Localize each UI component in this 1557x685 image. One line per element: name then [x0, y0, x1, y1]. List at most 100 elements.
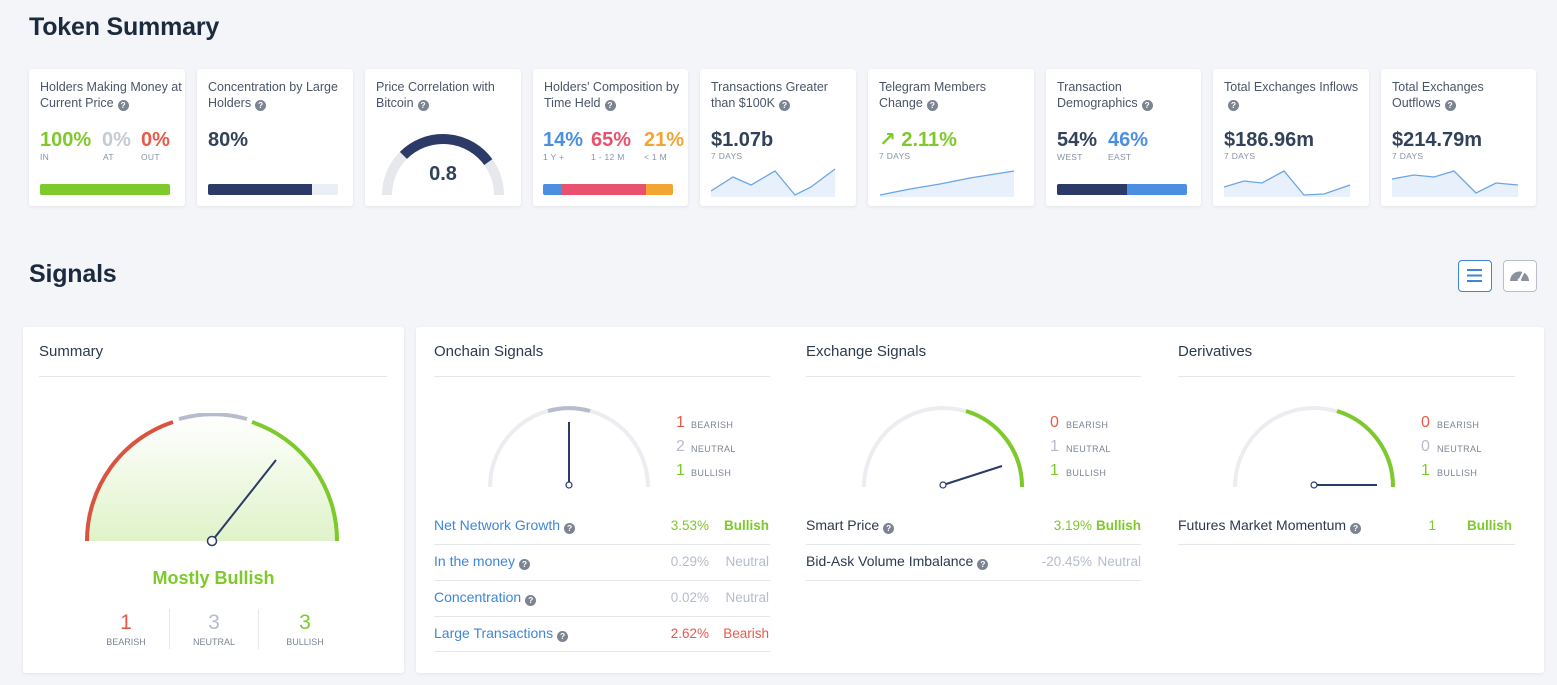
outflows-sparkline [1392, 170, 1519, 197]
card-holders-composition[interactable]: Holders' Composition by Time Held? 14% 6… [533, 69, 688, 206]
divider [434, 580, 770, 581]
divider [806, 544, 1141, 545]
east-value: 46% [1108, 129, 1149, 151]
onchain-neutral-label: NEUTRAL [691, 444, 736, 454]
gauge-bullish-arc [1336, 409, 1396, 488]
row-value: 2.62% [670, 626, 709, 641]
summary-bearish-label: BEARISH [106, 637, 146, 647]
help-icon[interactable]: ? [1444, 99, 1456, 111]
help-icon[interactable]: ? [564, 523, 576, 534]
west-bar-fill [1057, 184, 1128, 195]
derivatives-neutral-label: NEUTRAL [1437, 444, 1482, 454]
card-title: Holders Making Money at Current Price [40, 80, 182, 110]
help-icon[interactable]: ? [1141, 99, 1153, 111]
token-summary-title: Token Summary [29, 13, 220, 41]
exchange-bearish-count: 0 [1050, 414, 1059, 431]
composition-bar [543, 184, 673, 195]
derivatives-bearish-label: BEARISH [1437, 420, 1480, 430]
gauge-needle [942, 465, 1003, 486]
divider [806, 580, 1141, 581]
help-icon[interactable]: ? [883, 523, 895, 534]
at-value: 0% [102, 129, 131, 151]
onchain-neutral-count: 2 [676, 438, 685, 455]
help-icon[interactable]: ? [255, 99, 267, 111]
help-icon[interactable]: ? [1228, 99, 1239, 111]
divider [1178, 544, 1515, 545]
help-icon[interactable]: ? [1350, 523, 1362, 534]
row-signal: Neutral [725, 590, 769, 605]
row-value: 3.19% [1053, 518, 1092, 533]
gauge-fill [399, 134, 493, 166]
gauge-pivot [565, 481, 573, 489]
gauge-neutral-arc [547, 406, 591, 413]
composition-1m-value: 21% [644, 129, 685, 151]
row-signal: Bullish [1095, 518, 1141, 533]
card-exchange-inflows[interactable]: Total Exchanges Inflows? $186.96m 7 DAYS [1213, 69, 1369, 206]
gauge-track [862, 406, 1024, 488]
row-name: Large Transactions [434, 625, 554, 641]
in-value: 100% [40, 129, 92, 151]
card-title: Transaction Demographics [1057, 80, 1138, 110]
row-name: Futures Market Momentum [1178, 517, 1347, 533]
composition-1y-label: 1 Y + [543, 152, 565, 162]
card-transaction-demographics[interactable]: Transaction Demographics? 54% 46% WEST E… [1046, 69, 1201, 206]
row-value: 3.53% [670, 518, 709, 533]
out-value: 0% [141, 129, 170, 151]
demographics-bar [1057, 184, 1187, 195]
concentration-bar-fill [208, 184, 312, 195]
row-name: Smart Price [806, 517, 880, 533]
help-icon[interactable]: ? [604, 99, 616, 111]
divider [434, 376, 770, 377]
card-exchange-outflows[interactable]: Total Exchanges Outflows? $214.79m 7 DAY… [1381, 69, 1536, 206]
help-icon[interactable]: ? [117, 99, 129, 111]
row-signal: Bullish [1466, 518, 1512, 533]
card-price-correlation[interactable]: Price Correlation with Bitcoin? 0.8 [365, 69, 521, 206]
summary-gauge [84, 413, 340, 547]
help-icon[interactable]: ? [525, 595, 537, 606]
summary-neutral-count: 3 [208, 611, 220, 634]
derivatives-gauge [1233, 406, 1396, 489]
help-icon[interactable]: ? [926, 99, 938, 111]
onchain-gauge [488, 406, 650, 489]
help-icon[interactable]: ? [417, 99, 429, 111]
divider [806, 376, 1141, 377]
row-name: Concentration [434, 589, 522, 605]
outflows-period: 7 DAYS [1392, 151, 1424, 161]
help-icon[interactable]: ? [518, 559, 530, 570]
help-icon[interactable]: ? [977, 559, 989, 570]
summary-panel: Summary Mostly Bullish 1 3 3 BEARISH NEU… [23, 327, 404, 673]
gauge-pivot [939, 481, 947, 489]
gauge-pivot [206, 535, 218, 547]
row-name: Net Network Growth [434, 517, 561, 533]
card-transactions-greater[interactable]: Transactions Greater than $100K? $1.07b … [700, 69, 856, 206]
tx-greater-sparkline [711, 168, 836, 197]
help-icon[interactable]: ? [778, 99, 790, 111]
derivatives-bullish-label: BULLISH [1437, 468, 1478, 478]
help-icon[interactable]: ? [557, 631, 569, 642]
exchange-neutral-label: NEUTRAL [1066, 444, 1111, 454]
onchain-title: Onchain Signals [434, 343, 544, 360]
signals-title: Signals [29, 260, 117, 288]
row-value: 0.29% [670, 554, 709, 569]
onchain-bearish-count: 1 [676, 414, 685, 431]
exchange-bearish-label: BEARISH [1066, 420, 1109, 430]
onchain-bullish-count: 1 [676, 462, 685, 479]
gauge-view-button[interactable] [1503, 260, 1537, 292]
composition-bar-1-12m [561, 184, 646, 195]
divider [434, 651, 770, 652]
card-holders-making-money[interactable]: Holders Making Money at Current Price? 1… [29, 69, 185, 206]
holders-bar [40, 184, 170, 195]
row-name: Bid-Ask Volume Imbalance [806, 553, 974, 569]
telegram-value: 2.11% [901, 129, 957, 151]
concentration-bar [208, 184, 338, 195]
row-signal: Bullish [723, 518, 769, 533]
exchange-bullish-count: 1 [1050, 462, 1059, 479]
row-signal: Bearish [723, 626, 769, 641]
at-label: AT [103, 152, 114, 162]
card-title: Transactions Greater than $100K [711, 80, 828, 110]
row-signal: Neutral [725, 554, 769, 569]
card-telegram-members[interactable]: Telegram Members Change? ↗ 2.11% 7 DAYS [868, 69, 1034, 206]
summary-verdict: Mostly Bullish [152, 568, 275, 588]
list-view-button[interactable] [1458, 260, 1492, 292]
card-concentration[interactable]: Concentration by Large Holders? 80% [197, 69, 353, 206]
